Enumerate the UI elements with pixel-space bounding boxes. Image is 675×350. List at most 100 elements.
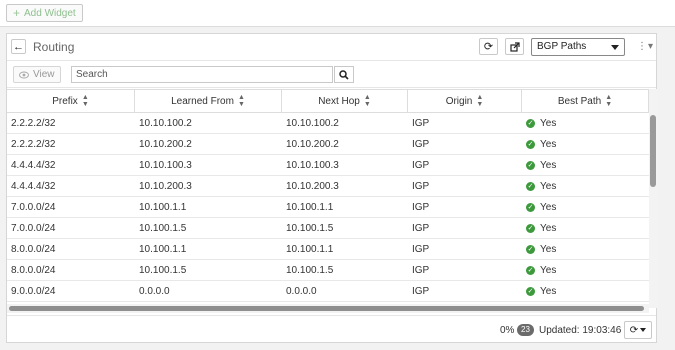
search-input[interactable] xyxy=(71,66,333,83)
table-row[interactable]: 2.2.2.2/32 10.10.200.2 10.10.200.2 IGP ✓… xyxy=(7,134,649,155)
cell-best-path: ✓ Yes xyxy=(526,201,557,213)
cell-best-path: ✓ Yes xyxy=(526,117,557,129)
cell-learned-from: 10.10.100.3 xyxy=(139,159,192,171)
progress-percent: 0% xyxy=(500,325,515,336)
cell-origin: IGP xyxy=(412,180,430,192)
check-circle-icon: ✓ xyxy=(526,202,535,212)
check-circle-icon: ✓ xyxy=(526,223,535,233)
cell-prefix: 2.2.2.2/32 xyxy=(11,117,56,129)
column-header-best-path[interactable]: Best Path ▲ ▼ xyxy=(522,90,649,112)
count-badge: 23 xyxy=(517,324,534,336)
cell-best-path: ✓ Yes xyxy=(526,264,557,276)
top-bar: + Add Widget xyxy=(0,0,675,27)
widget-title: Routing xyxy=(33,40,75,54)
table-row[interactable]: 9.0.0.0/24 0.0.0.0 0.0.0.0 IGP ✓ Yes xyxy=(7,281,649,302)
sort-icon: ▲ ▼ xyxy=(605,94,613,108)
column-header-learned-from[interactable]: Learned From ▲ ▼ xyxy=(135,90,282,112)
cell-prefix: 8.0.0.0/24 xyxy=(11,243,56,255)
cell-prefix: 4.4.4.4/32 xyxy=(11,159,56,171)
view-label: View xyxy=(33,69,55,80)
chevron-down-icon xyxy=(640,328,647,332)
eye-icon xyxy=(19,71,29,78)
horizontal-scrollbar-thumb[interactable] xyxy=(9,306,644,311)
updated-timestamp: Updated: 19:03:46 xyxy=(539,325,622,336)
cell-learned-from: 10.100.1.1 xyxy=(139,201,187,213)
cell-best-path: ✓ Yes xyxy=(526,285,557,297)
cell-prefix: 8.0.0.0/24 xyxy=(11,264,56,276)
refresh-button[interactable]: ⟳ xyxy=(479,38,498,55)
cell-origin: IGP xyxy=(412,159,430,171)
cell-origin: IGP xyxy=(412,201,430,213)
arrow-left-icon: ← xyxy=(13,40,24,53)
check-circle-icon: ✓ xyxy=(526,244,535,254)
check-circle-icon: ✓ xyxy=(526,118,535,128)
cell-origin: IGP xyxy=(412,243,430,255)
cell-next-hop: 10.10.100.3 xyxy=(286,159,339,171)
cell-prefix: 2.2.2.2/32 xyxy=(11,138,56,150)
table-row[interactable]: 4.4.4.4/32 10.10.200.3 10.10.200.3 IGP ✓… xyxy=(7,176,649,197)
cell-next-hop: 0.0.0.0 xyxy=(286,285,317,297)
view-button[interactable]: View xyxy=(13,66,61,83)
cell-next-hop: 10.10.200.2 xyxy=(286,138,339,150)
sort-icon: ▲ ▼ xyxy=(363,94,371,108)
table-header: Prefix ▲ ▼ Learned From ▲ ▼ Next Hop ▲ ▼ Origi… xyxy=(7,89,649,113)
cell-best-path: ✓ Yes xyxy=(526,159,557,171)
cell-learned-from: 10.10.200.3 xyxy=(139,180,192,192)
cell-learned-from: 10.10.200.2 xyxy=(139,138,192,150)
horizontal-scrollbar[interactable] xyxy=(7,304,649,313)
table-row[interactable]: 7.0.0.0/24 10.100.1.5 10.100.1.5 IGP ✓ Ye… xyxy=(7,218,649,239)
refresh-icon: ⟳ xyxy=(483,41,494,53)
vertical-scrollbar-thumb[interactable] xyxy=(650,115,656,187)
chevron-down-icon xyxy=(611,45,619,50)
cell-prefix: 4.4.4.4/32 xyxy=(11,180,56,192)
cell-next-hop: 10.10.100.2 xyxy=(286,117,339,129)
sort-icon: ▲ ▼ xyxy=(81,94,89,108)
routing-widget: ← Routing ⟳ BGP Paths ⋮▾ View Search Pre… xyxy=(6,33,658,343)
check-circle-icon: ✓ xyxy=(526,139,535,149)
cell-origin: IGP xyxy=(412,264,430,276)
kebab-icon[interactable]: ⋮▾ xyxy=(637,41,654,52)
back-button[interactable]: ← xyxy=(11,39,26,54)
cell-origin: IGP xyxy=(412,117,430,129)
cell-prefix: 7.0.0.0/24 xyxy=(11,201,56,213)
sort-icon: ▲ ▼ xyxy=(237,94,245,108)
cell-prefix: 9.0.0.0/24 xyxy=(11,285,56,297)
external-link-icon xyxy=(509,41,520,52)
table-row[interactable]: 8.0.0.0/24 10.100.1.1 10.100.1.1 IGP ✓ Ye… xyxy=(7,239,649,260)
table-row[interactable]: 2.2.2.2/32 10.10.100.2 10.10.100.2 IGP ✓… xyxy=(7,113,649,134)
vertical-scrollbar[interactable] xyxy=(649,89,658,308)
view-type-select[interactable]: BGP Paths xyxy=(531,38,625,56)
add-widget-button[interactable]: + Add Widget xyxy=(6,4,83,22)
search-icon xyxy=(339,69,349,80)
check-circle-icon: ✓ xyxy=(526,286,535,296)
widget-header: ← Routing ⟳ BGP Paths ⋮▾ xyxy=(7,34,656,61)
search-button[interactable] xyxy=(334,66,354,83)
cell-learned-from: 10.100.1.5 xyxy=(139,222,187,234)
cell-origin: IGP xyxy=(412,285,430,297)
widget-toolbar: View xyxy=(7,61,656,88)
check-circle-icon: ✓ xyxy=(526,181,535,191)
cell-learned-from: 10.100.1.1 xyxy=(139,243,187,255)
view-type-value: BGP Paths xyxy=(537,41,587,52)
add-widget-label: Add Widget xyxy=(24,7,76,19)
table-row[interactable]: 7.0.0.0/24 10.100.1.1 10.100.1.1 IGP ✓ Ye… xyxy=(7,197,649,218)
cell-learned-from: 10.100.1.5 xyxy=(139,264,187,276)
cell-best-path: ✓ Yes xyxy=(526,243,557,255)
cell-best-path: ✓ Yes xyxy=(526,222,557,234)
column-header-next-hop[interactable]: Next Hop ▲ ▼ xyxy=(282,90,408,112)
cell-best-path: ✓ Yes xyxy=(526,138,557,150)
cell-learned-from: 0.0.0.0 xyxy=(139,285,170,297)
refresh-menu-button[interactable]: ⟳ xyxy=(624,321,652,339)
table-row[interactable]: 8.0.0.0/24 10.100.1.5 10.100.1.5 IGP ✓ Ye… xyxy=(7,260,649,281)
column-header-prefix[interactable]: Prefix ▲ ▼ xyxy=(7,90,135,112)
cell-prefix: 7.0.0.0/24 xyxy=(11,222,56,234)
column-header-origin[interactable]: Origin ▲ ▼ xyxy=(408,90,522,112)
cell-next-hop: 10.100.1.1 xyxy=(286,243,334,255)
cell-origin: IGP xyxy=(412,222,430,234)
cell-best-path: ✓ Yes xyxy=(526,180,557,192)
routing-table: Prefix ▲ ▼ Learned From ▲ ▼ Next Hop ▲ ▼ Origi… xyxy=(7,89,649,319)
external-link-button[interactable] xyxy=(505,38,524,55)
cell-origin: IGP xyxy=(412,138,430,150)
table-row[interactable]: 4.4.4.4/32 10.10.100.3 10.10.100.3 IGP ✓… xyxy=(7,155,649,176)
cell-next-hop: 10.100.1.5 xyxy=(286,264,334,276)
